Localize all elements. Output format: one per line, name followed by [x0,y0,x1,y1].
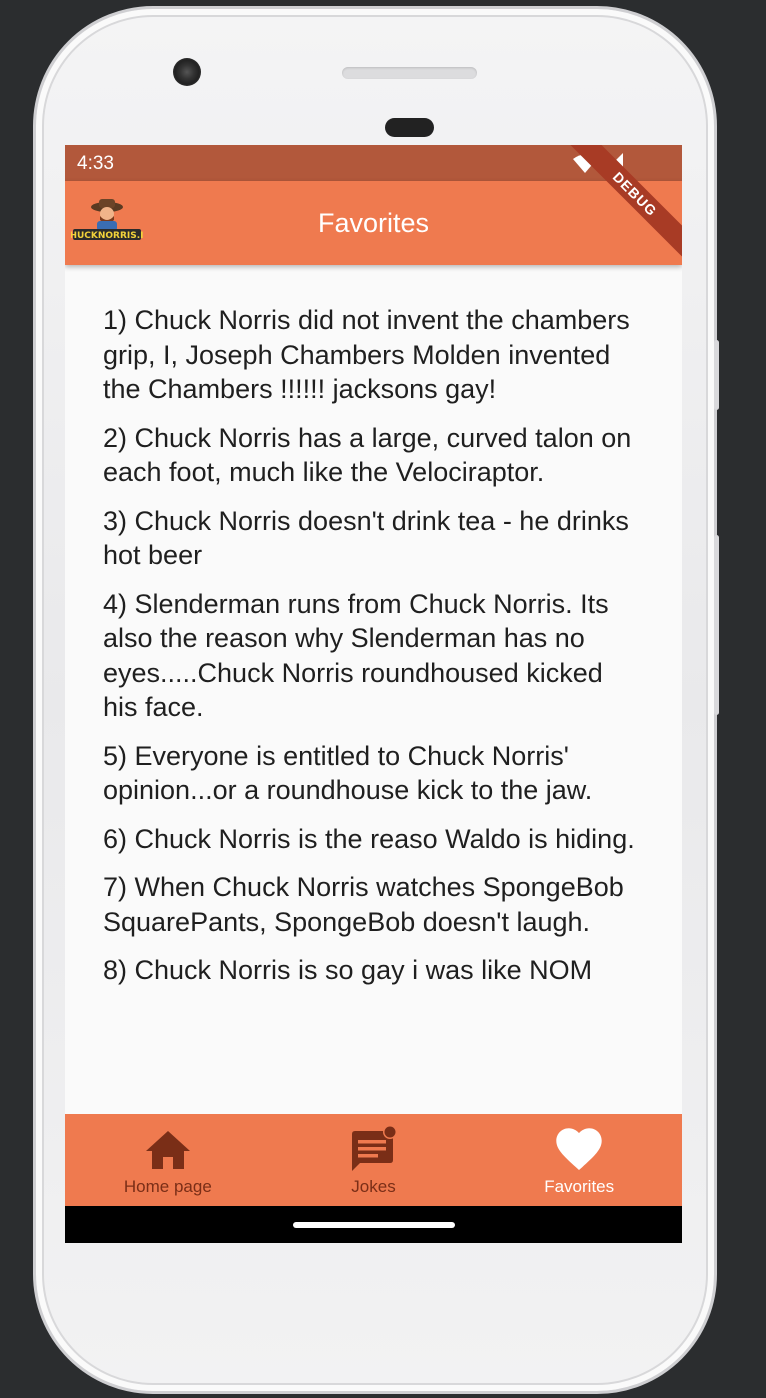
list-item[interactable]: 2) Chuck Norris has a large, curved talo… [103,421,644,490]
nav-label-jokes: Jokes [351,1177,396,1196]
chat-notification-icon [351,1126,397,1171]
nav-label-home: Home page [123,1177,212,1196]
nav-label-favorites: Favorites [544,1177,615,1196]
app-bar: CHUCKNORRIS.IO Favorites [65,181,682,265]
heart-icon [556,1128,602,1170]
list-item[interactable]: 7) When Chuck Norris watches SpongeBob S… [103,870,644,939]
app-screen: 4:33 CHUCKNORRIS.IO Favorites DEBUG 1) C… [65,145,682,1243]
nav-item-jokes[interactable]: Jokes [271,1114,477,1206]
status-time: 4:33 [77,153,114,174]
page-title: Favorites [317,208,430,238]
earpiece-speaker [342,67,477,79]
proximity-sensor [385,118,434,137]
power-button [714,340,719,410]
home-gesture-handle[interactable] [293,1222,455,1228]
favorites-list[interactable]: 1) Chuck Norris did not invent the chamb… [65,265,682,1114]
nav-item-home[interactable]: Home page [65,1114,271,1206]
list-item[interactable]: 8) Chuck Norris is so gay i was like NOM [103,953,644,988]
list-item[interactable]: 4) Slenderman runs from Chuck Norris. It… [103,587,644,725]
list-item[interactable]: 5) Everyone is entitled to Chuck Norris'… [103,739,644,808]
volume-button [714,535,719,715]
front-camera [173,58,201,86]
system-navigation-bar [65,1206,682,1243]
list-item[interactable]: 1) Chuck Norris did not invent the chamb… [103,303,644,407]
bottom-navigation: Home page Jokes Favorites [65,1114,682,1206]
home-icon [145,1131,190,1169]
list-item[interactable]: 6) Chuck Norris is the reaso Waldo is hi… [103,822,644,857]
nav-item-favorites[interactable]: Favorites [476,1114,682,1206]
list-item[interactable]: 3) Chuck Norris doesn't drink tea - he d… [103,504,644,573]
